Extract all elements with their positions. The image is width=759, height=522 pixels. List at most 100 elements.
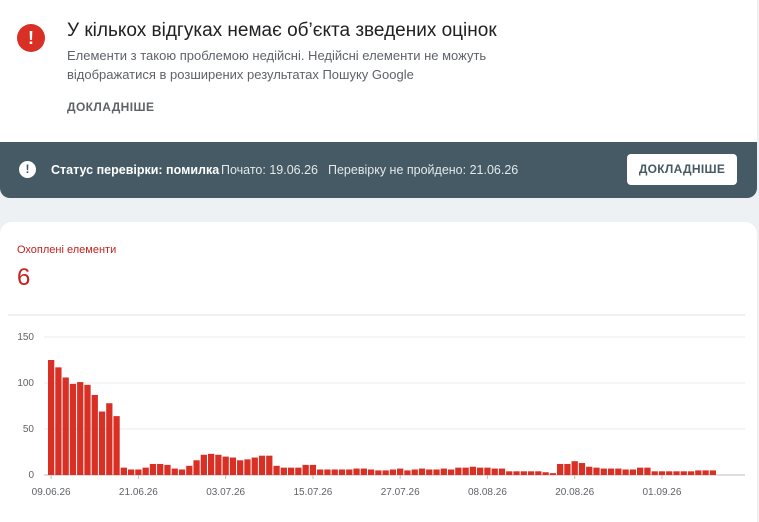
bar[interactable] <box>557 463 564 475</box>
bar[interactable] <box>404 470 411 475</box>
bar[interactable] <box>637 467 644 475</box>
bar[interactable] <box>687 471 695 475</box>
bar[interactable] <box>135 469 142 475</box>
bar[interactable] <box>106 403 113 475</box>
bar[interactable] <box>171 468 178 475</box>
bar[interactable] <box>498 468 506 475</box>
bar[interactable] <box>615 468 622 475</box>
bar[interactable] <box>658 471 666 475</box>
bar[interactable] <box>549 473 557 475</box>
bar[interactable] <box>513 471 520 475</box>
x-tick-label: 01.09.26 <box>642 487 681 498</box>
bar[interactable] <box>77 382 84 475</box>
bar[interactable] <box>586 466 593 475</box>
bar[interactable] <box>309 464 317 475</box>
bar[interactable] <box>411 469 418 475</box>
bar[interactable] <box>622 469 629 475</box>
bar[interactable] <box>491 468 498 475</box>
bar[interactable] <box>331 469 338 475</box>
x-tick-label: 03.07.26 <box>206 487 245 498</box>
bar[interactable] <box>600 468 607 475</box>
bar[interactable] <box>91 394 98 475</box>
bar[interactable] <box>469 466 477 475</box>
bar[interactable] <box>666 471 673 475</box>
bar[interactable] <box>353 468 360 475</box>
bar[interactable] <box>287 467 295 475</box>
bar[interactable] <box>673 471 680 475</box>
bar[interactable] <box>48 360 55 475</box>
bar[interactable] <box>244 459 251 475</box>
bar[interactable] <box>280 467 287 475</box>
bar[interactable] <box>477 467 484 475</box>
bar[interactable] <box>69 383 77 475</box>
bar[interactable] <box>506 471 513 475</box>
bar[interactable] <box>607 468 615 475</box>
bar[interactable] <box>433 469 440 475</box>
bar[interactable] <box>535 471 542 475</box>
bar[interactable] <box>62 377 69 475</box>
bar[interactable] <box>709 470 716 475</box>
bar[interactable] <box>440 468 447 475</box>
bar[interactable] <box>98 411 106 475</box>
bar[interactable] <box>447 469 455 475</box>
bar[interactable] <box>186 465 193 475</box>
bar[interactable] <box>644 467 651 475</box>
bar[interactable] <box>484 467 491 475</box>
bar[interactable] <box>564 463 571 475</box>
bar[interactable] <box>375 470 382 475</box>
chart-card: Охоплені елементи 6 0 50 100 150 09.06.26 21.… <box>0 222 757 522</box>
bar[interactable] <box>629 469 637 475</box>
bar[interactable] <box>360 468 367 475</box>
bar[interactable] <box>527 471 535 475</box>
bar[interactable] <box>55 367 62 475</box>
bar[interactable] <box>462 467 469 475</box>
bar[interactable] <box>324 469 331 475</box>
bar[interactable] <box>215 454 222 475</box>
bar[interactable] <box>251 457 258 475</box>
bar[interactable] <box>127 469 135 475</box>
bar[interactable] <box>266 455 273 475</box>
bar[interactable] <box>200 454 207 475</box>
bar[interactable] <box>178 469 186 475</box>
bar[interactable] <box>149 463 157 475</box>
bar[interactable] <box>426 469 433 475</box>
bar[interactable] <box>418 468 426 475</box>
learn-more-link[interactable]: ДОКЛАДНІШЕ <box>67 100 154 114</box>
bar[interactable] <box>702 470 709 475</box>
bar[interactable] <box>273 465 280 475</box>
bar[interactable] <box>367 469 375 475</box>
bar[interactable] <box>317 469 324 475</box>
bar[interactable] <box>397 468 404 475</box>
bar[interactable] <box>346 469 353 475</box>
bar[interactable] <box>113 416 120 475</box>
validation-status-bar: ! Статус перевірки: помилка Почато: 19.0… <box>0 142 757 198</box>
bar[interactable] <box>680 471 687 475</box>
bar[interactable] <box>120 467 127 475</box>
bar[interactable] <box>237 460 244 475</box>
bar[interactable] <box>338 469 346 475</box>
bar[interactable] <box>222 456 229 475</box>
bar[interactable] <box>193 460 200 475</box>
bar[interactable] <box>455 467 462 475</box>
bar[interactable] <box>295 467 302 475</box>
status-started-date: Почато: 19.06.26 <box>221 163 318 177</box>
bar[interactable] <box>593 467 600 475</box>
bar[interactable] <box>207 453 215 475</box>
bar[interactable] <box>164 464 171 475</box>
bar[interactable] <box>520 471 527 475</box>
bar[interactable] <box>258 455 266 475</box>
bar[interactable] <box>229 457 237 475</box>
bar[interactable] <box>578 463 586 475</box>
details-button[interactable]: ДОКЛАДНІШЕ <box>627 154 737 185</box>
bar[interactable] <box>142 467 149 475</box>
bar[interactable] <box>571 461 578 475</box>
bar[interactable] <box>302 464 309 475</box>
bar[interactable] <box>84 384 91 475</box>
bar[interactable] <box>382 470 389 475</box>
y-tick-label: 0 <box>28 470 34 481</box>
bar[interactable] <box>695 470 702 475</box>
bar[interactable] <box>389 469 397 475</box>
bar[interactable] <box>651 471 658 475</box>
bar[interactable] <box>157 463 164 475</box>
bar[interactable] <box>542 472 549 475</box>
